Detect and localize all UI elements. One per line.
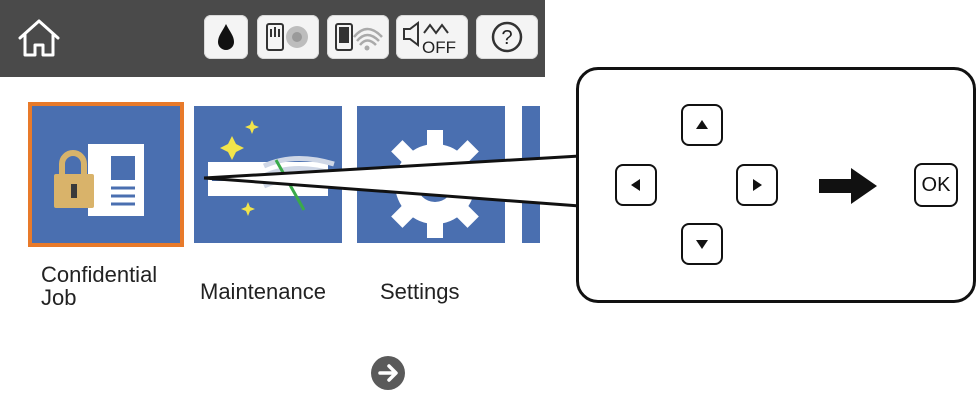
- arrow-right-icon: [819, 168, 877, 204]
- left-key-icon: [615, 164, 657, 206]
- ok-key: OK: [914, 163, 958, 207]
- up-key-icon: [681, 104, 723, 146]
- key-guide-callout: OK: [576, 67, 976, 303]
- right-key-icon: [736, 164, 778, 206]
- down-key-icon: [681, 223, 723, 265]
